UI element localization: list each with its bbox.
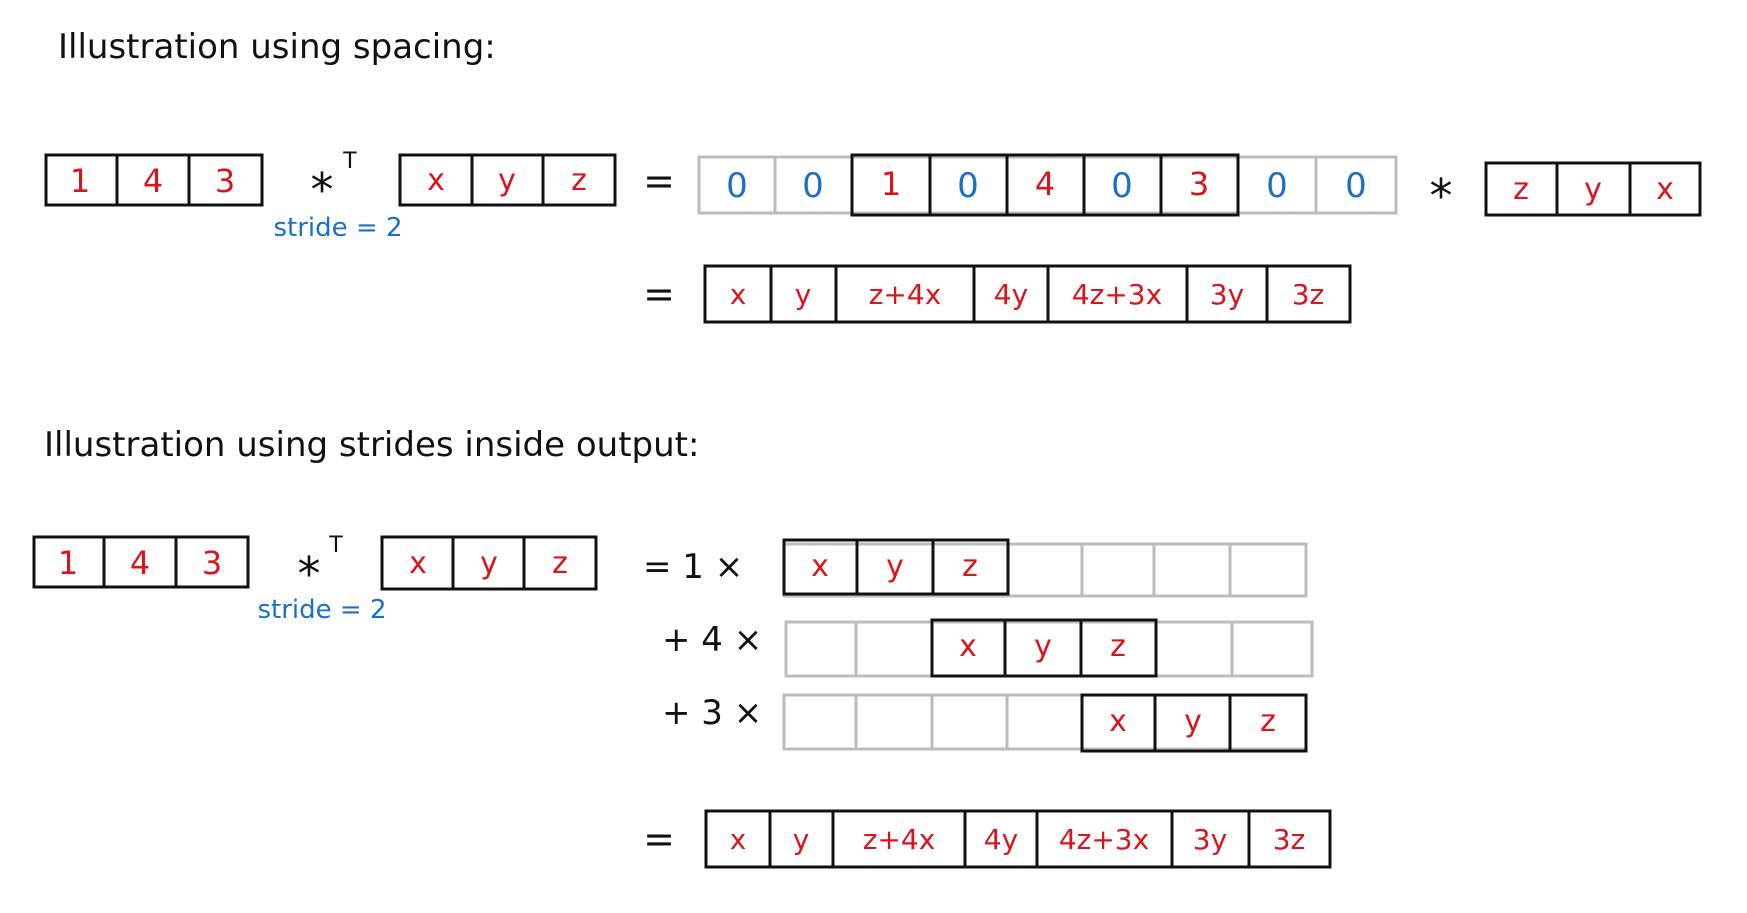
diagram-canvas: Illustration using spacing: 1 4 3 * T st… <box>32 27 1702 869</box>
s2-result-cell: z+4x <box>863 823 936 856</box>
s1-padded-value: 1 <box>881 165 901 203</box>
s1-input-cell: 1 <box>70 162 90 200</box>
s1-padded-value: 4 <box>1035 165 1055 203</box>
s2-row2-cell: z <box>1110 629 1126 664</box>
s1-kernel-cell: z <box>571 163 587 198</box>
s2-row1-cell: y <box>886 549 904 584</box>
s1-pad-zero: 0 <box>726 166 748 206</box>
s1-input-vector: 1 4 3 <box>44 153 264 207</box>
s2-result-equals: = <box>643 817 675 861</box>
s2-result-cell: 4y <box>984 823 1018 856</box>
section1-title: Illustration using spacing: <box>58 27 496 67</box>
s1-stride-label: stride = 2 <box>273 213 402 243</box>
s1-padded-vector: 0 0 1 0 4 0 3 0 0 <box>697 153 1398 217</box>
s1-transpose-mark: T <box>342 149 357 174</box>
s2-row-3: x y z <box>782 693 1308 753</box>
s2-row3-cell: x <box>1109 704 1127 739</box>
section2-title: Illustration using strides inside output… <box>44 425 699 465</box>
s1-pad-zero: 0 <box>802 166 824 206</box>
s1-kernel-cell: x <box>427 163 445 198</box>
s2-row1-cell: z <box>962 549 978 584</box>
s2-row3-cell: y <box>1184 704 1202 739</box>
s2-row-prefix: + 4 × <box>662 620 762 660</box>
s2-conv-symbol: * <box>298 547 321 601</box>
s1-pad-zero: 0 <box>1266 166 1288 206</box>
s2-kernel-cell: y <box>480 546 498 581</box>
s2-result-vector: x y z+4x 4y 4z+3x 3y 3z <box>704 809 1332 869</box>
s2-kernel-cell: z <box>552 546 568 581</box>
s1-result-cell: 4y <box>994 278 1028 311</box>
s2-row-2: x y z <box>784 618 1314 678</box>
s1-result-cell: y <box>795 278 812 311</box>
s2-result-cell: x <box>730 823 747 856</box>
s1-flipped-cell: x <box>1656 172 1674 207</box>
s2-row-prefix: + 3 × <box>662 693 762 733</box>
s2-row-1: x y z <box>782 538 1308 598</box>
s2-input-cell: 3 <box>202 544 222 582</box>
s2-row2-cell: y <box>1034 629 1052 664</box>
s1-result-cell: z+4x <box>869 278 942 311</box>
s2-row3-cell: z <box>1260 704 1276 739</box>
s1-result-vector: x y z+4x 4y 4z+3x 3y 3z <box>703 264 1352 324</box>
s2-kernel-cell: x <box>409 546 427 581</box>
s2-result-cell: 3y <box>1193 823 1227 856</box>
s2-row-prefix: = 1 × <box>643 547 743 587</box>
s1-conv-symbol: * <box>311 163 334 217</box>
s1-kernel-vector: x y z <box>398 153 617 207</box>
s1-pad-zero: 0 <box>1345 166 1367 206</box>
s1-star: * <box>1430 169 1453 223</box>
s1-kernel-cell: y <box>498 163 516 198</box>
s2-input-vector: 1 4 3 <box>32 535 250 589</box>
s1-result-cell: x <box>730 278 747 311</box>
s2-input-cell: 1 <box>58 544 78 582</box>
s2-row2-cell: x <box>959 629 977 664</box>
s2-result-cell: y <box>793 823 810 856</box>
s1-result-equals: = <box>643 272 675 316</box>
s1-result-cell: 3y <box>1210 278 1244 311</box>
s2-input-cell: 4 <box>130 544 150 582</box>
s1-result-cell: 4z+3x <box>1072 278 1162 311</box>
s1-input-cell: 4 <box>143 162 163 200</box>
s2-row1-cell: x <box>811 549 829 584</box>
s1-input-cell: 3 <box>215 162 235 200</box>
s1-inserted-zero: 0 <box>957 166 979 206</box>
s2-result-cell: 4z+3x <box>1059 823 1149 856</box>
s1-result-cell: 3z <box>1292 278 1325 311</box>
s1-flipped-kernel: z y x <box>1484 161 1702 217</box>
s1-equals: = <box>643 159 675 203</box>
s2-transpose-mark: T <box>328 533 343 558</box>
s2-result-cell: 3z <box>1273 823 1306 856</box>
s1-flipped-cell: z <box>1513 172 1529 207</box>
s1-flipped-cell: y <box>1584 172 1602 207</box>
s1-padded-value: 3 <box>1189 165 1209 203</box>
s2-stride-label: stride = 2 <box>257 595 386 625</box>
s1-inserted-zero: 0 <box>1111 166 1133 206</box>
s2-kernel-vector: x y z <box>380 535 598 591</box>
